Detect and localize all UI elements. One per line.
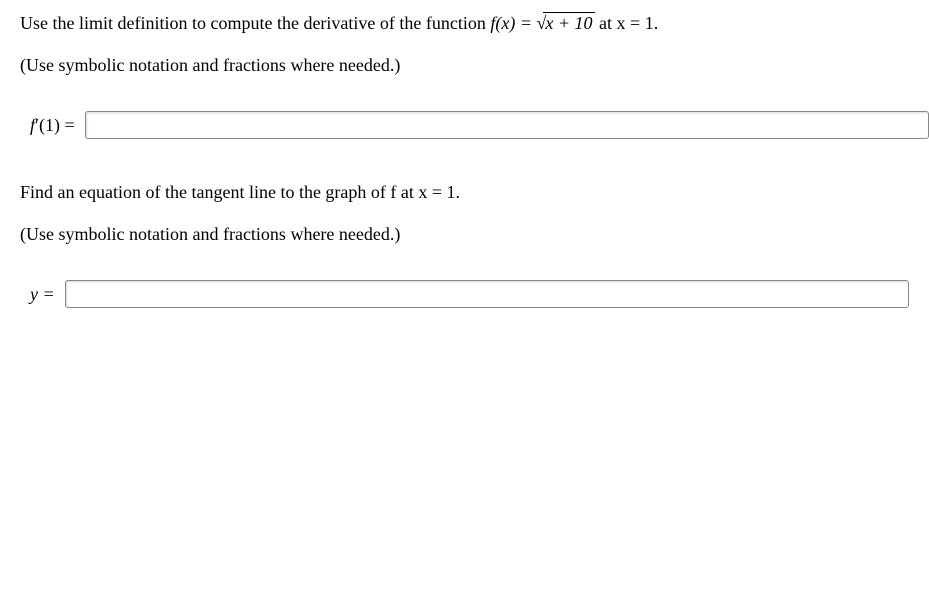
- text-after: at x = 1.: [599, 13, 658, 33]
- function-lhs: f(x) =: [490, 13, 536, 33]
- instruction-2: (Use symbolic notation and fractions whe…: [20, 224, 909, 245]
- instruction-1: (Use symbolic notation and fractions whe…: [20, 55, 909, 76]
- text-before: Use the limit definition to compute the …: [20, 13, 490, 33]
- tangent-label: y =: [20, 284, 55, 305]
- derivative-input[interactable]: [85, 111, 929, 139]
- answer-row-tangent: y =: [20, 280, 909, 308]
- label-arg: (1) =: [39, 115, 75, 135]
- problem-statement-1: Use the limit definition to compute the …: [20, 10, 909, 37]
- problem-statement-2: Find an equation of the tangent line to …: [20, 179, 909, 206]
- derivative-label: f′(1) =: [20, 115, 75, 136]
- sqrt-argument: x + 10: [543, 12, 594, 33]
- answer-row-derivative: f′(1) =: [20, 111, 909, 139]
- square-root-expression: √x + 10: [537, 10, 595, 37]
- tangent-input[interactable]: [65, 280, 909, 308]
